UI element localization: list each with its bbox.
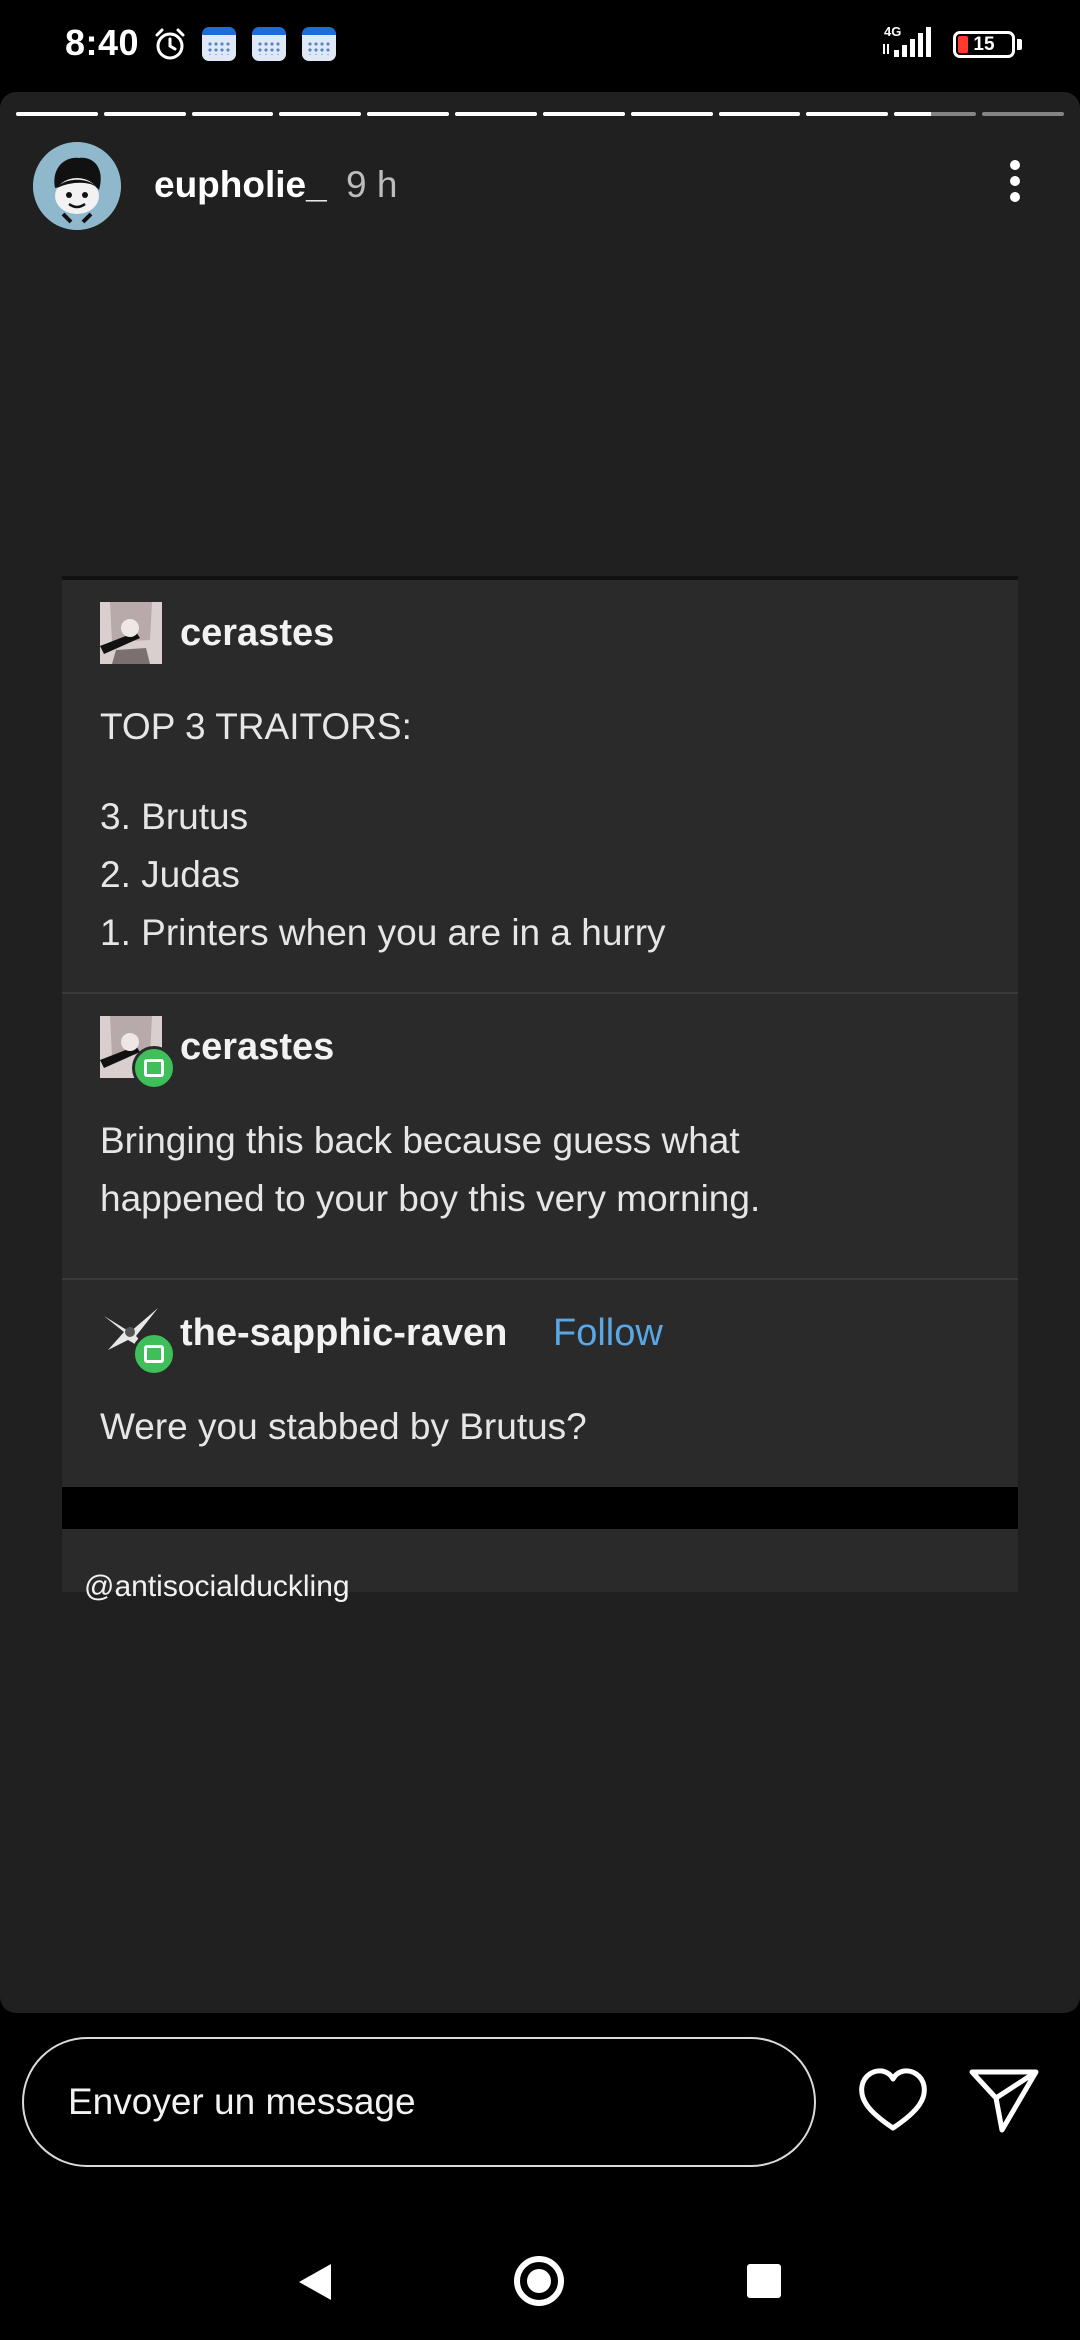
network-type: 4G (884, 24, 901, 39)
battery-icon: 15 (953, 31, 1015, 58)
story-time: 9 h (346, 164, 398, 205)
home-button[interactable] (514, 2256, 564, 2306)
signal-icon: 4G (880, 22, 940, 62)
post-line: Were you stabbed by Brutus? (100, 1406, 587, 1447)
story-header: eupholie_ 9 h (0, 142, 1080, 242)
credit-mention[interactable]: @antisocialduckling (84, 1570, 350, 1604)
status-bar: 8:40 4G 15 (0, 0, 1080, 92)
calendar-icon (252, 27, 286, 61)
post-line: happened to your boy this very morning. (100, 1178, 761, 1219)
message-input[interactable]: Envoyer un message (22, 2037, 816, 2167)
story-progress-segment (542, 112, 625, 116)
post-username[interactable]: cerastes (180, 612, 334, 655)
calendar-icon (202, 27, 236, 61)
back-icon (299, 2264, 331, 2300)
message-placeholder: Envoyer un message (68, 2081, 416, 2122)
calendar-icon (302, 27, 336, 61)
post-username[interactable]: the-sapphic-raven (180, 1312, 507, 1355)
post-entry: cerastes TOP 3 TRAITORS: 3. Brutus 2. Ju… (62, 580, 1018, 994)
post-entry: cerastes Bringing this back because gues… (62, 994, 1018, 1280)
status-time: 8:40 (65, 22, 140, 63)
send-button[interactable] (966, 2064, 1042, 2136)
avatar[interactable] (33, 142, 121, 230)
post-username[interactable]: cerastes (180, 1026, 334, 1069)
navigation-bar (0, 2200, 1080, 2340)
story-progress-segment (279, 112, 362, 116)
post-title: TOP 3 TRAITORS: (100, 706, 412, 747)
follow-link[interactable]: Follow (553, 1312, 663, 1355)
story-progress-segment (103, 112, 186, 116)
heart-icon (859, 2068, 927, 2131)
story-progress (16, 112, 1064, 116)
story-progress-segment (367, 112, 450, 116)
reblog-icon (132, 1332, 176, 1376)
tumblr-post-card: cerastes TOP 3 TRAITORS: 3. Brutus 2. Ju… (62, 576, 1018, 1592)
story-progress-segment (806, 112, 889, 116)
story-username[interactable]: eupholie_ (154, 164, 327, 206)
story-progress-segment (718, 112, 801, 116)
story-progress-segment (982, 112, 1064, 116)
reblog-icon (132, 1046, 176, 1090)
story-progress-segment (894, 112, 977, 116)
recent-apps-button[interactable] (747, 2264, 781, 2298)
user-avatar (100, 602, 162, 664)
post-entry: the-sapphic-raven Follow Were you stabbe… (62, 1280, 1018, 1488)
story-progress-segment (191, 112, 274, 116)
card-bottom-bar (62, 1487, 1018, 1529)
post-line: Bringing this back because guess what (100, 1120, 740, 1161)
send-icon (969, 2069, 1039, 2133)
post-line: 3. Brutus (100, 796, 249, 837)
more-options-button[interactable] (1000, 154, 1030, 214)
story-progress-segment (16, 112, 98, 116)
battery-level: 15 (973, 34, 995, 55)
alarm-icon (152, 26, 188, 67)
story-progress-segment (630, 112, 713, 116)
more-icon (1010, 160, 1020, 170)
back-button[interactable] (297, 2262, 333, 2307)
story-progress-segment (455, 112, 537, 116)
post-line: 1. Printers when you are in a hurry (100, 912, 666, 953)
post-line: 2. Judas (100, 854, 240, 895)
like-button[interactable] (856, 2066, 930, 2136)
